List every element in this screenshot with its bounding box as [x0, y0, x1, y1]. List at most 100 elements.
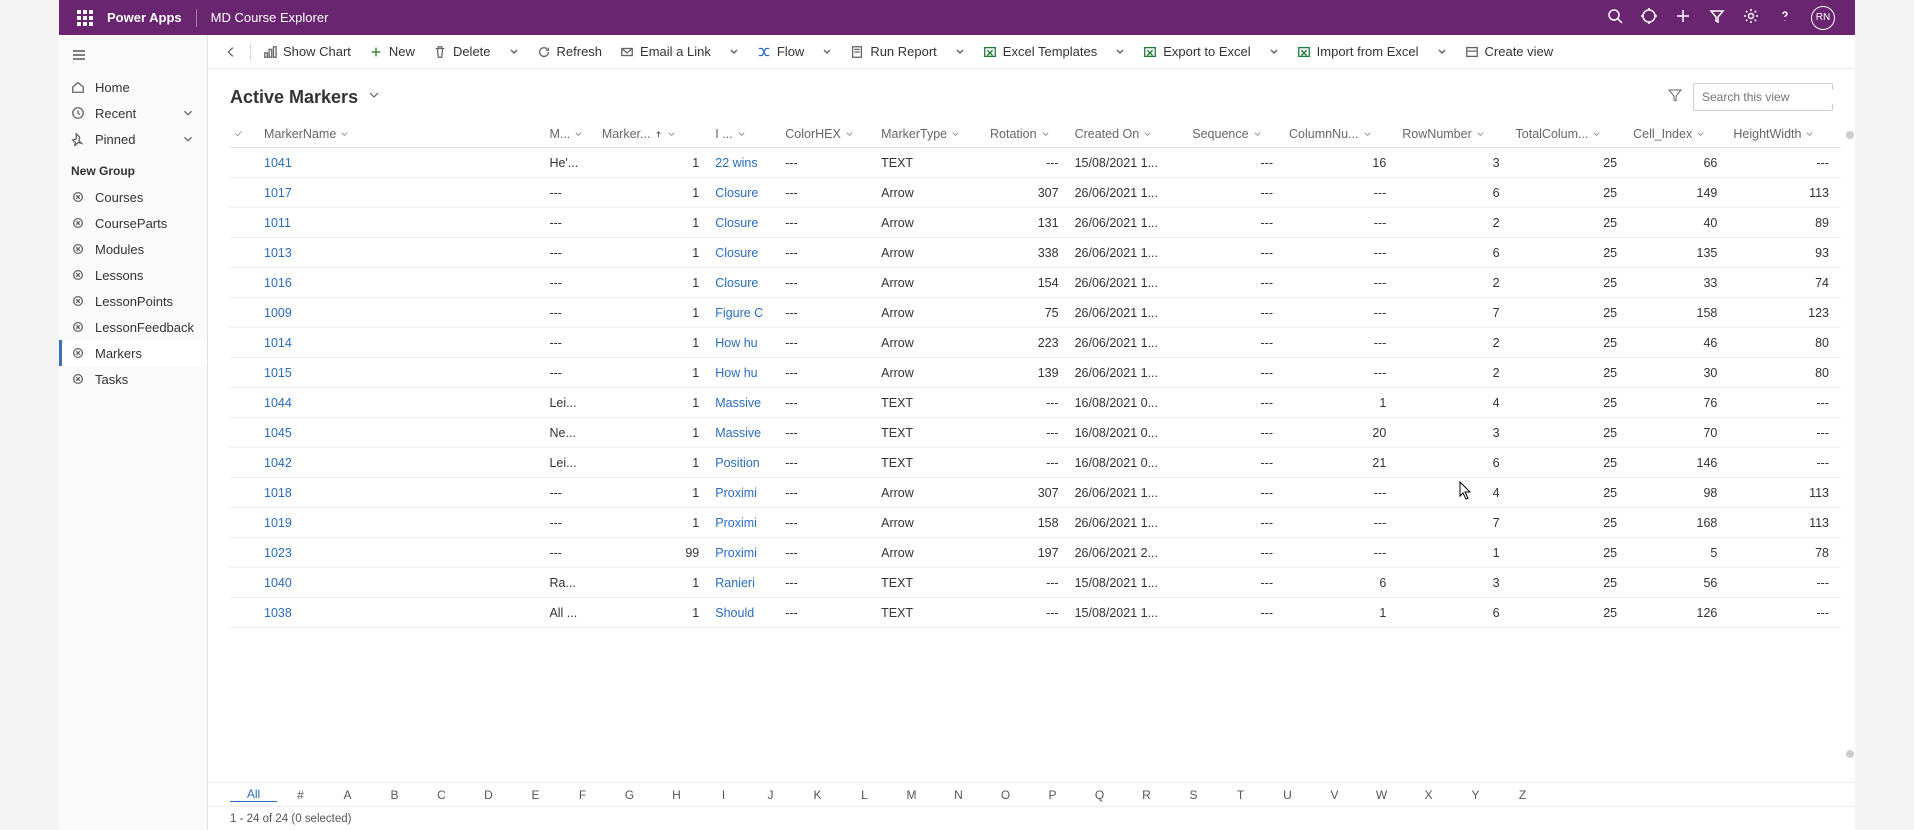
nav-home[interactable]: Home: [59, 74, 207, 100]
row-checkbox[interactable]: [230, 508, 260, 538]
table-row[interactable]: 1042Lei...1Position---TEXT---16/08/2021 …: [230, 448, 1841, 478]
alpha-S[interactable]: S: [1170, 788, 1217, 802]
table-row[interactable]: 1019---1Proximi---Arrow15826/06/2021 1..…: [230, 508, 1841, 538]
cell-link[interactable]: Closure: [711, 238, 781, 268]
cell-link[interactable]: Proximi: [711, 508, 781, 538]
alpha-H[interactable]: H: [653, 788, 700, 802]
cell-name[interactable]: 1042: [260, 448, 545, 478]
cell-link[interactable]: Proximi: [711, 538, 781, 568]
sidebar-item-lessonpoints[interactable]: LessonPoints: [59, 288, 207, 314]
row-checkbox[interactable]: [230, 478, 260, 508]
col-header[interactable]: M...: [545, 121, 597, 148]
chevron-down-icon[interactable]: [368, 88, 380, 106]
cell-name[interactable]: 1017: [260, 178, 545, 208]
col-header[interactable]: Created On: [1071, 121, 1189, 148]
back-button[interactable]: [216, 41, 246, 63]
cell-link[interactable]: Massive: [711, 418, 781, 448]
sidebar-item-lessonfeedback[interactable]: LessonFeedback: [59, 314, 207, 340]
target-icon[interactable]: [1641, 8, 1657, 27]
col-header[interactable]: RowNumber: [1398, 121, 1511, 148]
row-checkbox[interactable]: [230, 568, 260, 598]
import-split[interactable]: [1429, 43, 1455, 61]
col-header[interactable]: MarkerName: [260, 121, 545, 148]
search-icon[interactable]: [1607, 8, 1623, 27]
flow-split[interactable]: [814, 43, 840, 61]
app-launcher-icon[interactable]: [77, 10, 93, 26]
alpha-L[interactable]: L: [841, 788, 888, 802]
row-checkbox[interactable]: [230, 358, 260, 388]
table-row[interactable]: 1017---1Closure---Arrow30726/06/2021 1..…: [230, 178, 1841, 208]
cell-name[interactable]: 1038: [260, 598, 545, 628]
alpha-V[interactable]: V: [1311, 788, 1358, 802]
cell-link[interactable]: How hu: [711, 358, 781, 388]
alpha-P[interactable]: P: [1029, 788, 1076, 802]
add-icon[interactable]: [1675, 8, 1691, 27]
alpha-All[interactable]: All: [230, 787, 277, 802]
cell-link[interactable]: Position: [711, 448, 781, 478]
refresh-button[interactable]: Refresh: [529, 40, 611, 63]
cell-link[interactable]: Closure: [711, 178, 781, 208]
cell-name[interactable]: 1023: [260, 538, 545, 568]
row-checkbox[interactable]: [230, 598, 260, 628]
select-all[interactable]: [230, 121, 260, 148]
cell-link[interactable]: Closure: [711, 208, 781, 238]
export-split[interactable]: [1261, 43, 1287, 61]
row-checkbox[interactable]: [230, 328, 260, 358]
col-header[interactable]: HeightWidth: [1729, 121, 1841, 148]
view-title[interactable]: Active Markers: [230, 87, 358, 108]
alpha-R[interactable]: R: [1123, 788, 1170, 802]
alpha-A[interactable]: A: [324, 788, 371, 802]
alpha-C[interactable]: C: [418, 788, 465, 802]
table-row[interactable]: 1015---1How hu---Arrow13926/06/2021 1...…: [230, 358, 1841, 388]
col-header[interactable]: ColumnNu...: [1285, 121, 1398, 148]
alpha-G[interactable]: G: [606, 788, 653, 802]
table-row[interactable]: 1023---99Proximi---Arrow19726/06/2021 2.…: [230, 538, 1841, 568]
excel-templates-button[interactable]: Excel Templates: [975, 40, 1105, 63]
new-button[interactable]: New: [361, 40, 423, 63]
table-row[interactable]: 1044Lei...1Massive---TEXT---16/08/2021 0…: [230, 388, 1841, 418]
delete-split[interactable]: [501, 43, 527, 61]
alpha-T[interactable]: T: [1217, 788, 1264, 802]
cell-link[interactable]: Should: [711, 598, 781, 628]
table-row[interactable]: 1038All ...1Should---TEXT---15/08/2021 1…: [230, 598, 1841, 628]
sidebar-item-lessons[interactable]: Lessons: [59, 262, 207, 288]
sidebar-item-courseparts[interactable]: CourseParts: [59, 210, 207, 236]
cell-name[interactable]: 1019: [260, 508, 545, 538]
alpha-Y[interactable]: Y: [1452, 788, 1499, 802]
sidebar-item-modules[interactable]: Modules: [59, 236, 207, 262]
col-header[interactable]: Cell_Index: [1629, 121, 1729, 148]
alpha-D[interactable]: D: [465, 788, 512, 802]
alpha-F[interactable]: F: [559, 788, 606, 802]
table-row[interactable]: 1016---1Closure---Arrow15426/06/2021 1..…: [230, 268, 1841, 298]
show-chart-button[interactable]: Show Chart: [255, 40, 359, 63]
row-checkbox[interactable]: [230, 148, 260, 178]
cell-link[interactable]: How hu: [711, 328, 781, 358]
search-input[interactable]: [1702, 90, 1855, 104]
row-checkbox[interactable]: [230, 448, 260, 478]
avatar[interactable]: RN: [1811, 6, 1835, 30]
cell-name[interactable]: 1014: [260, 328, 545, 358]
nav-recent[interactable]: Recent: [59, 100, 207, 126]
alpha-Z[interactable]: Z: [1499, 788, 1546, 802]
alpha-X[interactable]: X: [1405, 788, 1452, 802]
cell-link[interactable]: Ranieri: [711, 568, 781, 598]
col-header[interactable]: ColorHEX: [781, 121, 877, 148]
run-report-button[interactable]: Run Report: [842, 40, 944, 63]
excel-tmpl-split[interactable]: [1107, 43, 1133, 61]
alpha-W[interactable]: W: [1358, 788, 1405, 802]
cell-name[interactable]: 1045: [260, 418, 545, 448]
cell-link[interactable]: Proximi: [711, 478, 781, 508]
table-row[interactable]: 1011---1Closure---Arrow13126/06/2021 1..…: [230, 208, 1841, 238]
table-row[interactable]: 1045Ne...1Massive---TEXT---16/08/2021 0.…: [230, 418, 1841, 448]
alpha-J[interactable]: J: [747, 788, 794, 802]
table-row[interactable]: 1009---1Figure C---Arrow7526/06/2021 1..…: [230, 298, 1841, 328]
cell-name[interactable]: 1009: [260, 298, 545, 328]
row-checkbox[interactable]: [230, 418, 260, 448]
cell-name[interactable]: 1016: [260, 268, 545, 298]
filter-icon[interactable]: [1709, 8, 1725, 27]
col-header[interactable]: Sequence: [1188, 121, 1285, 148]
alpha-#[interactable]: #: [277, 788, 324, 802]
alpha-O[interactable]: O: [982, 788, 1029, 802]
sidebar-item-courses[interactable]: Courses: [59, 184, 207, 210]
row-checkbox[interactable]: [230, 388, 260, 418]
